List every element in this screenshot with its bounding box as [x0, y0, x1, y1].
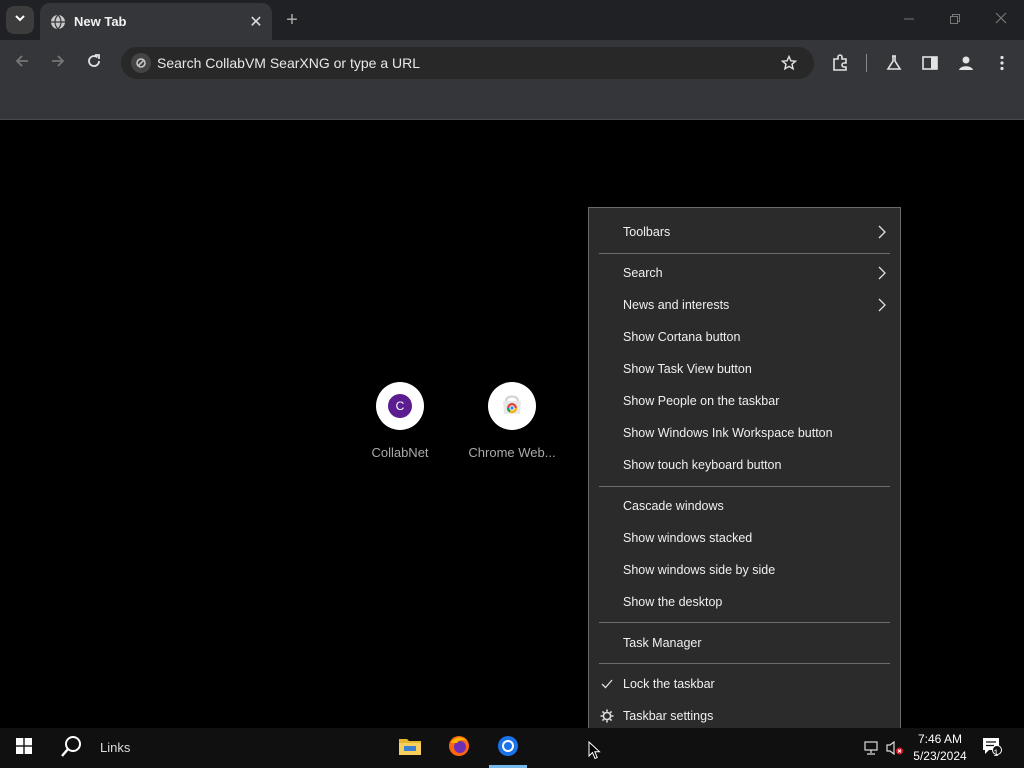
menu-item-label: Show People on the taskbar — [623, 394, 780, 408]
search-icon — [61, 735, 83, 762]
chevron-right-icon — [875, 224, 889, 240]
menu-item-show-task-view-button[interactable]: Show Task View button — [589, 354, 900, 384]
start-button[interactable] — [0, 728, 48, 768]
shortcut-icon-circle: C — [376, 382, 424, 430]
shortcut-label: Chrome Web... — [468, 445, 556, 460]
desktop-screen: New Tab ✕ + Search CollabVM SearXNG or t… — [0, 0, 1024, 768]
menu-item-search[interactable]: Search — [589, 258, 900, 288]
menu-separator — [599, 486, 890, 487]
reload-button[interactable] — [79, 48, 109, 78]
menu-item-label: Show Cortana button — [623, 330, 741, 344]
chevron-down-icon — [14, 11, 26, 29]
bookmark-star-icon[interactable] — [776, 50, 802, 76]
shortcut-icon-circle — [488, 382, 536, 430]
system-clock[interactable]: 7:46 AM 5/23/2024 — [908, 731, 972, 765]
reload-icon — [86, 53, 102, 74]
chrome-icon — [497, 735, 519, 762]
menu-separator — [599, 253, 890, 254]
menu-item-lock-taskbar[interactable]: Lock the taskbar — [589, 669, 900, 699]
taskbar-context-menu: Toolbars Search News and interests Show … — [588, 207, 901, 741]
new-tab-button[interactable]: + — [280, 8, 304, 32]
bookmarks-bar — [0, 86, 1024, 120]
shortcut-label: CollabNet — [371, 445, 429, 460]
menu-item-label: Show the desktop — [623, 595, 723, 609]
close-tab-icon[interactable]: ✕ — [246, 12, 266, 32]
gear-icon — [599, 708, 615, 724]
tab-new-tab[interactable]: New Tab ✕ — [40, 3, 272, 40]
tab-title: New Tab — [74, 14, 127, 29]
clock-date: 5/23/2024 — [913, 749, 967, 763]
menu-item-cascade-windows[interactable]: Cascade windows — [589, 491, 900, 521]
menu-item-toolbars[interactable]: Toolbars — [589, 217, 900, 247]
forward-button[interactable] — [43, 48, 73, 78]
minimize-icon — [904, 11, 914, 29]
back-button[interactable] — [7, 48, 37, 78]
profile-icon[interactable] — [952, 49, 980, 77]
search-engine-icon[interactable] — [131, 53, 151, 73]
taskbar-file-explorer[interactable] — [390, 728, 430, 768]
toolbar-separator — [866, 54, 867, 72]
collabnet-logo-icon: C — [388, 394, 412, 418]
shortcut-chrome-web-store[interactable]: Chrome Web... — [457, 382, 567, 460]
labs-flask-icon[interactable] — [880, 49, 908, 77]
mouse-cursor-icon — [588, 740, 601, 765]
menu-item-show-windows-side-by-side[interactable]: Show windows side by side — [589, 555, 900, 585]
menu-item-show-windows-ink[interactable]: Show Windows Ink Workspace button — [589, 418, 900, 448]
menu-item-label: News and interests — [623, 298, 730, 312]
restore-button[interactable] — [932, 0, 978, 40]
taskbar-search-button[interactable] — [52, 728, 92, 768]
shortcut-collabnet[interactable]: C CollabNet — [345, 382, 455, 460]
folder-icon — [399, 737, 421, 760]
menu-item-label: Show windows stacked — [623, 531, 753, 545]
menu-item-label: Show Windows Ink Workspace button — [623, 426, 833, 440]
firefox-icon — [448, 735, 470, 762]
notification-count-badge: 1 — [993, 748, 999, 758]
tab-strip: New Tab ✕ + — [0, 0, 1024, 40]
menu-item-taskbar-settings[interactable]: Taskbar settings — [589, 701, 900, 731]
minimize-button[interactable] — [886, 0, 932, 40]
chevron-right-icon — [875, 265, 889, 281]
chrome-web-store-icon — [500, 393, 524, 420]
restore-icon — [950, 11, 960, 29]
chevron-right-icon — [875, 297, 889, 313]
menu-separator — [599, 622, 890, 623]
tab-search-button[interactable] — [6, 6, 34, 34]
address-bar[interactable]: Search CollabVM SearXNG or type a URL — [121, 47, 814, 79]
menu-item-label: Show touch keyboard button — [623, 458, 782, 472]
more-menu-icon[interactable] — [988, 49, 1016, 77]
checkmark-icon — [599, 676, 615, 692]
arrow-right-icon — [50, 53, 66, 74]
globe-icon — [50, 14, 66, 30]
close-icon — [995, 11, 1007, 29]
menu-item-task-manager[interactable]: Task Manager — [589, 628, 900, 658]
menu-item-show-touch-keyboard[interactable]: Show touch keyboard button — [589, 450, 900, 480]
menu-item-label: Show windows side by side — [623, 563, 776, 577]
taskbar-chrome[interactable] — [488, 728, 528, 768]
address-bar-placeholder: Search CollabVM SearXNG or type a URL — [157, 55, 420, 71]
menu-item-show-cortana-button[interactable]: Show Cortana button — [589, 322, 900, 352]
arrow-left-icon — [14, 53, 30, 74]
menu-item-label: Toolbars — [623, 225, 671, 239]
links-toolbar-label[interactable]: Links — [100, 740, 130, 755]
menu-item-show-people[interactable]: Show People on the taskbar — [589, 386, 900, 416]
menu-item-show-windows-stacked[interactable]: Show windows stacked — [589, 523, 900, 553]
windows-logo-icon — [16, 737, 32, 759]
close-window-button[interactable] — [978, 0, 1024, 40]
clock-time: 7:46 AM — [917, 732, 963, 746]
menu-item-label: Lock the taskbar — [623, 677, 715, 691]
side-panel-icon[interactable] — [916, 49, 944, 77]
menu-item-label: Search — [623, 266, 663, 280]
menu-item-label: Cascade windows — [623, 499, 724, 513]
taskbar-firefox[interactable] — [439, 728, 479, 768]
volume-muted-icon[interactable] — [884, 728, 906, 768]
menu-separator — [599, 663, 890, 664]
menu-item-show-desktop[interactable]: Show the desktop — [589, 587, 900, 617]
menu-item-label: Show Task View button — [623, 362, 752, 376]
menu-item-label: Taskbar settings — [623, 709, 714, 723]
menu-item-label: Task Manager — [623, 636, 702, 650]
network-icon[interactable] — [862, 728, 882, 768]
menu-item-news-and-interests[interactable]: News and interests — [589, 290, 900, 320]
windows-taskbar: Links — [0, 728, 1024, 768]
extensions-icon[interactable] — [826, 49, 854, 77]
